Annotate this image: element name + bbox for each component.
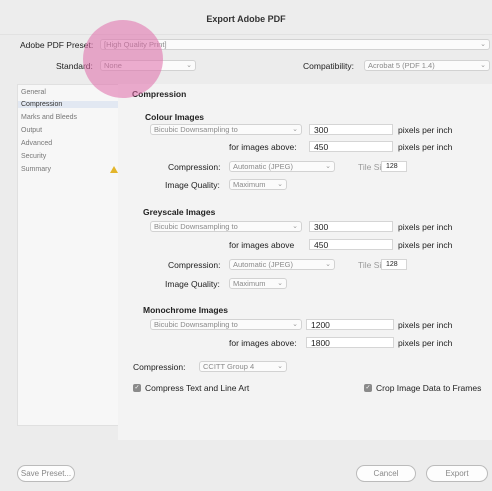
cancel-button[interactable]: Cancel xyxy=(356,465,416,482)
compatibility-label: Compatibility: xyxy=(303,61,355,71)
mono-above-unit: pixels per inch xyxy=(398,338,453,348)
sidebar-item-output[interactable]: Output xyxy=(21,127,42,134)
greyscale-quality-label: Image Quality: xyxy=(165,279,220,289)
colour-compression-select[interactable]: Automatic (JPEG) ⌄ xyxy=(229,161,335,172)
save-preset-button[interactable]: Save Preset... xyxy=(17,465,75,482)
colour-heading: Colour Images xyxy=(145,112,205,122)
window-title: Export Adobe PDF xyxy=(206,14,286,24)
compatibility-select[interactable]: Acrobat 5 (PDF 1.4) ⌄ xyxy=(364,60,490,71)
sidebar-item-advanced[interactable]: Advanced xyxy=(21,140,52,147)
greyscale-above-unit: pixels per inch xyxy=(398,240,453,250)
greyscale-ppi-unit: pixels per inch xyxy=(398,222,453,232)
colour-ppi-input[interactable]: 300 xyxy=(309,124,393,135)
chevron-down-icon: ⌄ xyxy=(292,223,298,230)
compress-text-label: Compress Text and Line Art xyxy=(145,383,250,393)
greyscale-above-input[interactable]: 450 xyxy=(309,239,393,250)
standard-value: None xyxy=(104,61,122,70)
chevron-down-icon: ⌄ xyxy=(325,261,331,268)
greyscale-ppi-input[interactable]: 300 xyxy=(309,221,393,232)
colour-ppi-unit: pixels per inch xyxy=(398,125,453,135)
greyscale-heading: Greyscale Images xyxy=(143,207,216,217)
greyscale-quality-value: Maximum xyxy=(233,279,266,288)
chevron-down-icon: ⌄ xyxy=(277,280,283,287)
chevron-down-icon: ⌄ xyxy=(480,41,486,48)
greyscale-compression-label: Compression: xyxy=(168,260,221,270)
colour-above-unit: pixels per inch xyxy=(398,142,453,152)
preset-label: Adobe PDF Preset: xyxy=(20,40,94,50)
greyscale-sampling-select[interactable]: Bicubic Downsampling to ⌄ xyxy=(150,221,302,232)
sidebar-item-marks-and-bleeds[interactable]: Marks and Bleeds xyxy=(21,114,77,121)
greyscale-compression-value: Automatic (JPEG) xyxy=(233,260,294,269)
mono-sampling-select[interactable]: Bicubic Downsampling to ⌄ xyxy=(150,319,302,330)
greyscale-quality-select[interactable]: Maximum ⌄ xyxy=(229,278,287,289)
chevron-down-icon: ⌄ xyxy=(292,321,298,328)
colour-sampling-select[interactable]: Bicubic Downsampling to ⌄ xyxy=(150,124,302,135)
greyscale-tile-input[interactable]: 128 xyxy=(381,259,407,270)
mono-above-input[interactable]: 1800 xyxy=(306,337,394,348)
panel-title: Compression xyxy=(132,89,187,99)
colour-tile-input[interactable]: 128 xyxy=(381,161,407,172)
standard-label: Standard: xyxy=(56,61,93,71)
sidebar-item-security[interactable]: Security xyxy=(21,153,46,160)
preset-value: [High Quality Print] xyxy=(104,40,167,49)
mono-above-label: for images above: xyxy=(229,338,297,348)
chevron-down-icon: ⌄ xyxy=(277,181,283,188)
mono-compression-select[interactable]: CCITT Group 4 ⌄ xyxy=(199,361,287,372)
mono-sampling-value: Bicubic Downsampling to xyxy=(154,320,238,329)
mono-ppi-input[interactable]: 1200 xyxy=(306,319,394,330)
mono-compression-value: CCITT Group 4 xyxy=(203,362,255,371)
chevron-down-icon: ⌄ xyxy=(325,163,331,170)
chevron-down-icon: ⌄ xyxy=(292,126,298,133)
sidebar-item-compression[interactable]: Compression xyxy=(18,101,118,108)
mono-heading: Monochrome Images xyxy=(143,305,229,315)
colour-quality-select[interactable]: Maximum ⌄ xyxy=(229,179,287,190)
compatibility-value: Acrobat 5 (PDF 1.4) xyxy=(368,61,435,70)
sidebar: General Compression Marks and Bleeds Out… xyxy=(17,84,119,426)
sidebar-item-general[interactable]: General xyxy=(21,89,46,96)
greyscale-compression-select[interactable]: Automatic (JPEG) ⌄ xyxy=(229,259,335,270)
colour-compression-label: Compression: xyxy=(168,162,221,172)
colour-above-input[interactable]: 450 xyxy=(309,141,393,152)
colour-quality-value: Maximum xyxy=(233,180,266,189)
warning-icon xyxy=(110,166,118,173)
export-button[interactable]: Export xyxy=(426,465,488,482)
colour-sampling-value: Bicubic Downsampling to xyxy=(154,125,238,134)
crop-image-checkbox[interactable]: ✓ xyxy=(364,384,372,392)
chevron-down-icon: ⌄ xyxy=(277,363,283,370)
mono-ppi-unit: pixels per inch xyxy=(398,320,453,330)
greyscale-sampling-value: Bicubic Downsampling to xyxy=(154,222,238,231)
standard-select[interactable]: None ⌄ xyxy=(100,60,196,71)
greyscale-above-label: for images above xyxy=(229,240,295,250)
chevron-down-icon: ⌄ xyxy=(186,62,192,69)
colour-above-label: for images above: xyxy=(229,142,297,152)
mono-compression-label: Compression: xyxy=(133,362,186,372)
sidebar-item-summary[interactable]: Summary xyxy=(21,166,51,173)
compress-text-checkbox[interactable]: ✓ xyxy=(133,384,141,392)
preset-select[interactable]: [High Quality Print] ⌄ xyxy=(100,39,490,50)
colour-compression-value: Automatic (JPEG) xyxy=(233,162,294,171)
crop-image-label: Crop Image Data to Frames xyxy=(376,383,482,393)
chevron-down-icon: ⌄ xyxy=(480,62,486,69)
colour-quality-label: Image Quality: xyxy=(165,180,220,190)
